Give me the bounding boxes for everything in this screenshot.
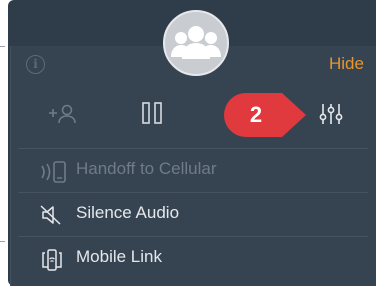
add-person-icon xyxy=(49,104,76,124)
hide-button[interactable]: Hide xyxy=(329,54,364,74)
silence-audio-label: Silence Audio xyxy=(76,203,180,222)
handoff-label: Handoff to Cellular xyxy=(76,159,217,178)
step-badge-number: 2 xyxy=(249,102,263,127)
group-avatar xyxy=(163,10,229,76)
add-participant-button[interactable] xyxy=(48,104,76,129)
mobile-link-label: Mobile Link xyxy=(76,247,162,266)
mobile-link-icon xyxy=(40,249,64,276)
silence-audio-item[interactable]: Silence Audio xyxy=(18,193,368,237)
equalizer-icon xyxy=(319,104,343,124)
group-icon xyxy=(171,26,221,59)
speaker-mute-icon xyxy=(40,205,62,230)
handoff-to-cellular-item[interactable]: Handoff to Cellular xyxy=(18,149,368,193)
pause-icon xyxy=(142,102,162,124)
audio-settings-button[interactable] xyxy=(319,103,343,130)
hold-button[interactable] xyxy=(141,101,163,130)
mobile-link-item[interactable]: Mobile Link xyxy=(18,237,368,281)
background-window-edge xyxy=(0,46,5,242)
phone-handoff-icon xyxy=(40,161,68,188)
info-icon[interactable]: i xyxy=(26,55,45,74)
